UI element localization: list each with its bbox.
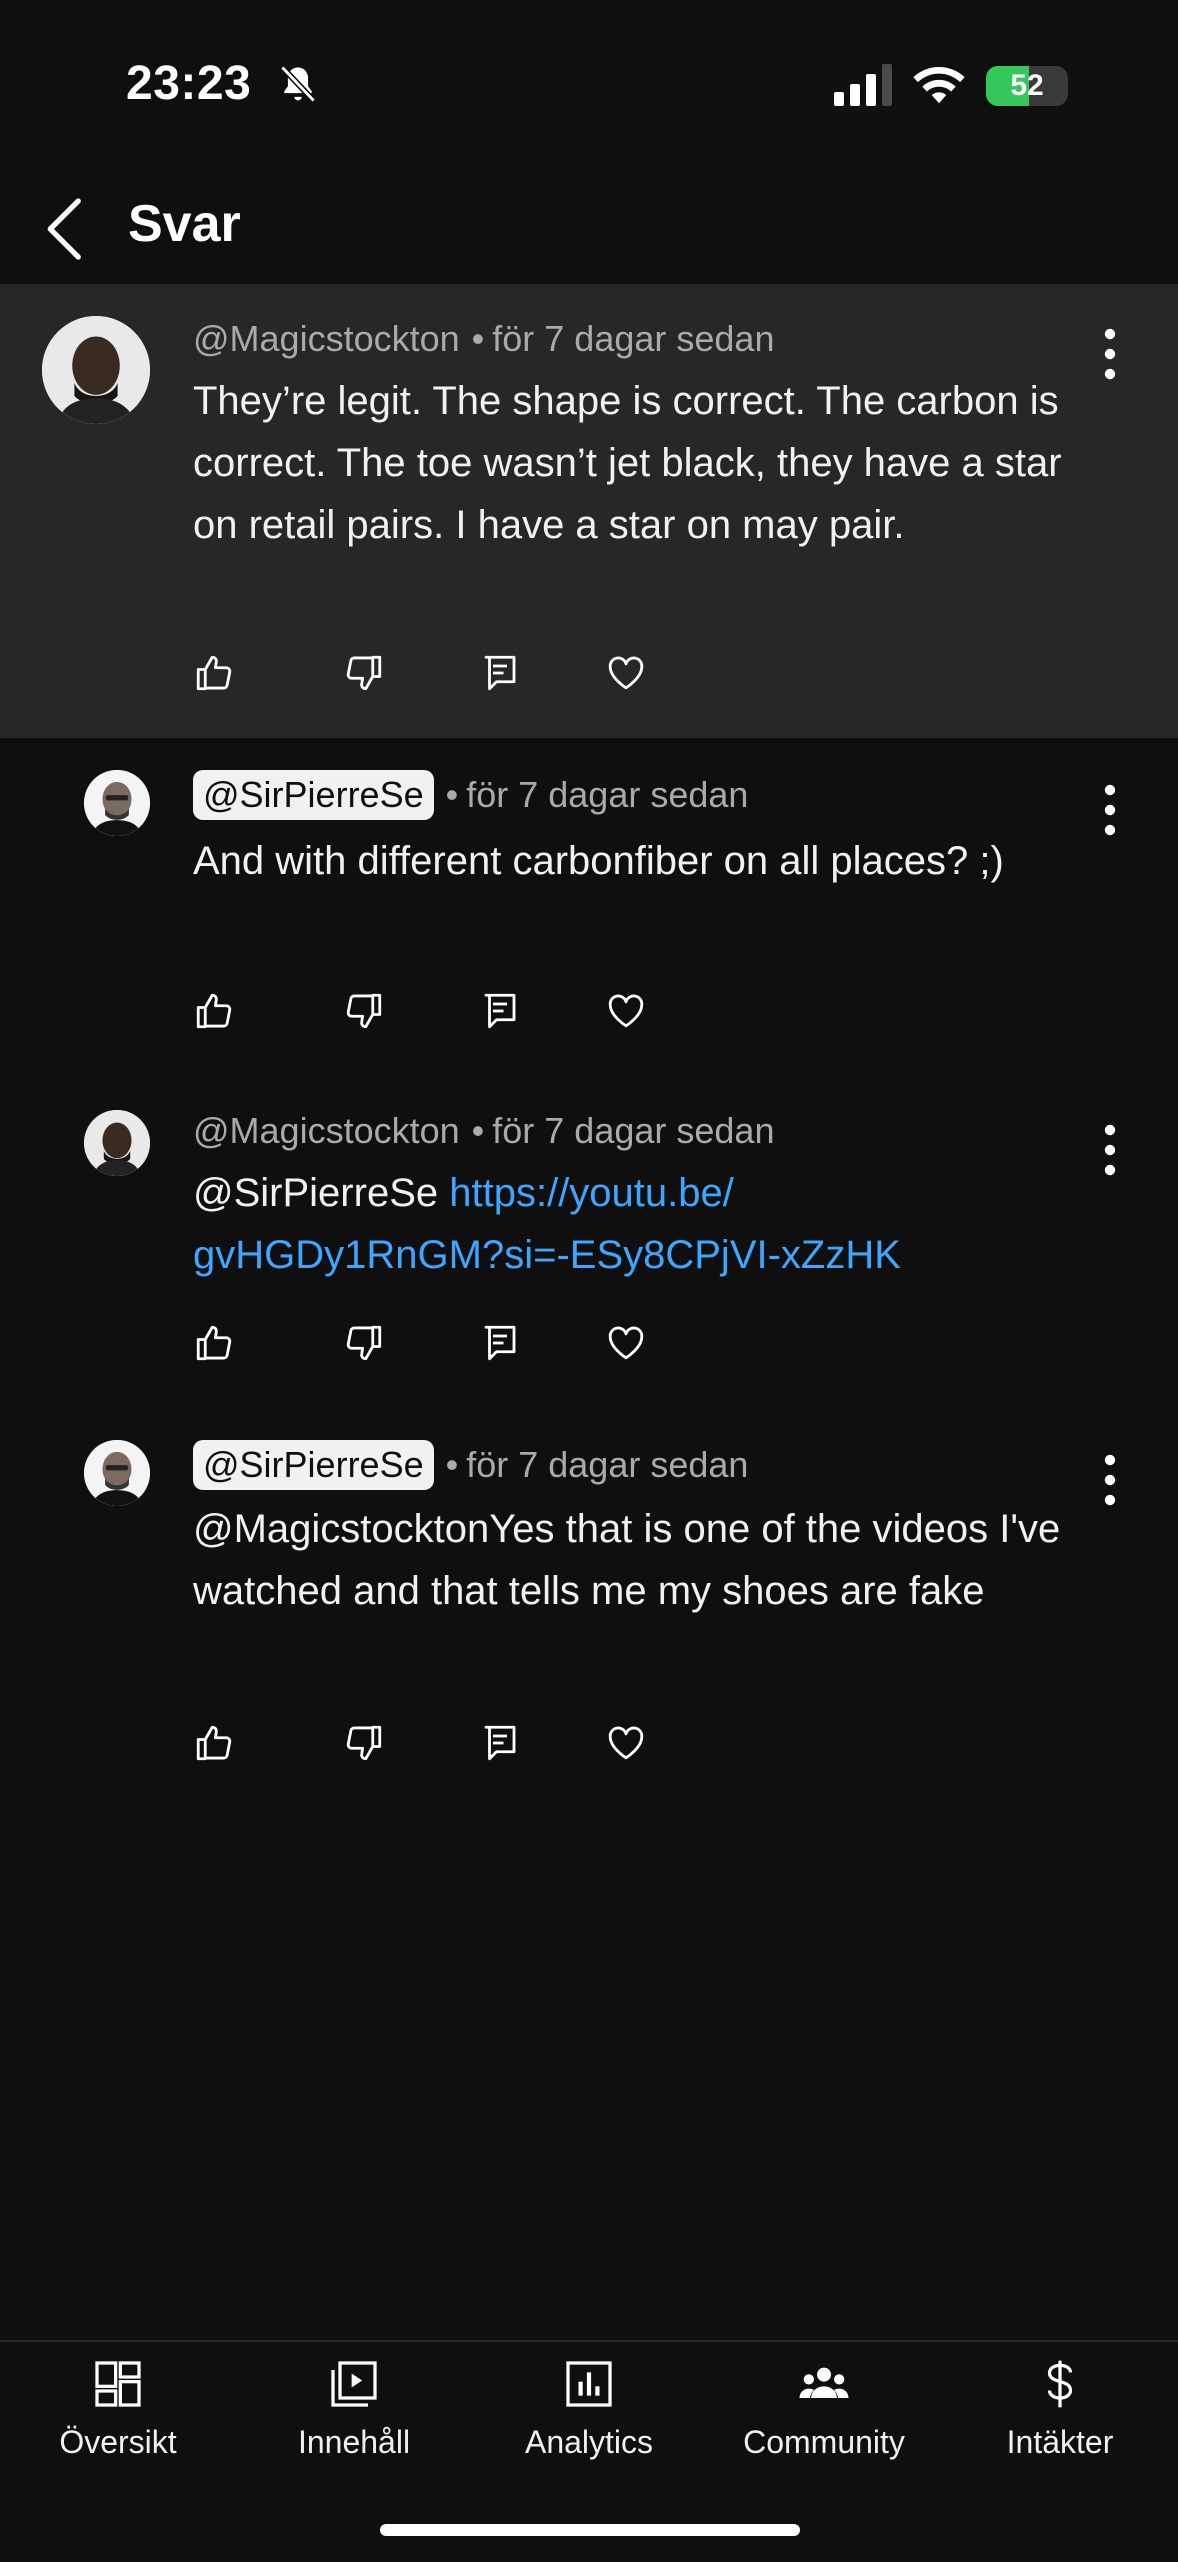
reply-icon[interactable]	[479, 1722, 521, 1764]
nav-label: Analytics	[524, 2424, 654, 2460]
like-icon[interactable]	[193, 1722, 235, 1764]
reply-comment: @Magicstockton • för 7 dagar sedan @SirP…	[0, 1080, 1178, 1400]
cellular-signal-icon	[834, 64, 892, 106]
bell-muted-icon	[280, 65, 316, 103]
like-icon[interactable]	[193, 990, 235, 1032]
nav-label: Community	[743, 2424, 905, 2460]
comment-time: för 7 dagar sedan	[492, 1110, 775, 1151]
comment-time: för 7 dagar sedan	[466, 1444, 749, 1485]
bottom-navigation: Översikt Innehåll Analytics Community In…	[0, 2340, 1178, 2562]
avatar[interactable]	[84, 770, 150, 836]
dislike-icon[interactable]	[343, 652, 385, 694]
avatar-image	[84, 770, 150, 836]
comment-text: @MagicstocktonYes that is one of the vid…	[193, 1507, 1061, 1613]
dislike-icon[interactable]	[343, 1322, 385, 1364]
avatar[interactable]	[42, 316, 150, 424]
nav-item-innehall[interactable]: Innehåll	[236, 2356, 472, 2476]
dollar-icon	[1047, 2360, 1073, 2408]
comment-actions	[193, 652, 673, 702]
like-icon[interactable]	[193, 1322, 235, 1364]
comment-meta: @Magicstockton • för 7 dagar sedan	[193, 318, 774, 360]
separator-dot: •	[445, 774, 459, 815]
comment-author[interactable]: @SirPierreSe	[193, 1440, 434, 1490]
nav-item-community[interactable]: Community	[706, 2356, 942, 2476]
heart-icon[interactable]	[605, 652, 647, 694]
comment-meta: @SirPierreSe • för 7 dagar sedan	[193, 770, 748, 820]
heart-icon[interactable]	[605, 1722, 647, 1764]
home-indicator[interactable]	[380, 2524, 800, 2536]
dislike-icon[interactable]	[343, 1722, 385, 1764]
comment-author[interactable]: @Magicstockton	[193, 318, 460, 360]
avatar[interactable]	[84, 1440, 150, 1506]
comment-actions	[193, 990, 673, 1040]
comment-time: för 7 dagar sedan	[492, 318, 775, 359]
status-time: 23:23	[126, 57, 252, 110]
reply-icon[interactable]	[479, 652, 521, 694]
avatar-image	[42, 316, 150, 424]
like-icon[interactable]	[193, 652, 235, 694]
reply-comment: @SirPierreSe • för 7 dagar sedan @Magics…	[0, 1410, 1178, 1780]
nav-item-oversikt[interactable]: Översikt	[0, 2356, 236, 2476]
nav-label: Intäkter	[1006, 2424, 1114, 2460]
reply-comment: @SirPierreSe • för 7 dagar sedan And wit…	[0, 740, 1178, 1060]
comment-author[interactable]: @Magicstockton	[193, 1110, 460, 1152]
app-header: Svar	[0, 170, 1178, 280]
comment-text: They’re legit. The shape is correct. The…	[193, 379, 1062, 547]
comment-meta: @SirPierreSe • för 7 dagar sedan	[193, 1440, 748, 1490]
heart-icon[interactable]	[605, 1322, 647, 1364]
back-arrow-icon[interactable]	[36, 194, 96, 264]
highlighted-comment: @Magicstockton • för 7 dagar sedan They’…	[0, 284, 1178, 738]
comment-time: för 7 dagar sedan	[466, 774, 749, 815]
page-title: Svar	[128, 195, 241, 253]
wifi-icon	[913, 66, 965, 104]
heart-icon[interactable]	[605, 990, 647, 1032]
avatar-image	[84, 1440, 150, 1506]
status-bar: 23:23 52	[0, 0, 1178, 170]
separator-dot: •	[471, 318, 485, 359]
dislike-icon[interactable]	[343, 990, 385, 1032]
reply-icon[interactable]	[479, 1322, 521, 1364]
reply-icon[interactable]	[479, 990, 521, 1032]
mention[interactable]: @SirPierreSe	[193, 1171, 438, 1215]
video-link-line2[interactable]: gvHGDy1RnGM?si=-ESy8CPjVI-xZzHK	[193, 1233, 901, 1277]
nav-item-intakter[interactable]: Intäkter	[942, 2356, 1178, 2476]
avatar-image	[84, 1110, 150, 1176]
comment-text: And with different carbonfiber on all pl…	[193, 839, 1004, 883]
nav-label: Översikt	[59, 2424, 177, 2460]
comment-actions	[193, 1722, 673, 1772]
video-link-line1[interactable]: https://youtu.be/	[449, 1171, 734, 1215]
comment-actions	[193, 1322, 673, 1372]
analytics-icon	[566, 2361, 612, 2407]
community-icon	[799, 2367, 849, 2398]
comment-text: @SirPierreSe https://youtu.be/gvHGDy1RnG…	[193, 1162, 1103, 1286]
comment-meta: @Magicstockton • för 7 dagar sedan	[193, 1110, 774, 1152]
separator-dot: •	[471, 1110, 485, 1151]
nav-label: Innehåll	[297, 2424, 411, 2460]
battery-indicator: 52	[986, 66, 1068, 106]
comment-author[interactable]: @SirPierreSe	[193, 770, 434, 820]
content-icon	[331, 2361, 377, 2407]
battery-percent: 52	[1010, 69, 1044, 102]
dashboard-icon	[95, 2361, 141, 2407]
avatar[interactable]	[84, 1110, 150, 1176]
nav-item-analytics[interactable]: Analytics	[471, 2356, 707, 2476]
separator-dot: •	[445, 1444, 459, 1485]
